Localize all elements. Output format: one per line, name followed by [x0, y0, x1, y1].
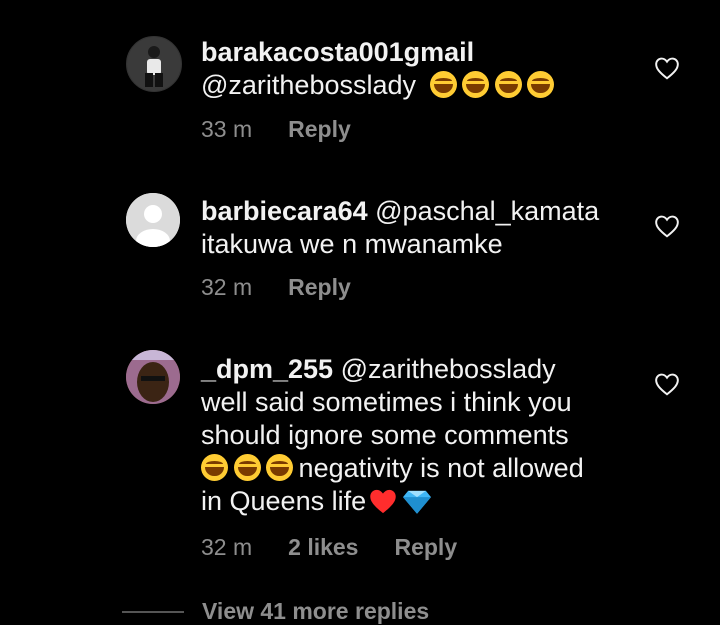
comment-text: _dpm_255 @zarithebosslady well said some…: [201, 353, 640, 518]
default-avatar-icon: [126, 193, 180, 247]
comment-body-line: in Queens life: [201, 486, 367, 516]
red-heart-emoji-icon: [370, 489, 396, 514]
comment-username[interactable]: barakacosta001gmail: [201, 37, 474, 67]
comment-meta: 33 m Reply: [201, 116, 351, 143]
comment-meta: 32 m 2 likes Reply: [201, 534, 457, 561]
comment-text: barbiecara64 @paschal_kamata itakuwa we …: [201, 195, 640, 261]
profile-photo-icon: [127, 37, 181, 91]
comment-username[interactable]: barbiecara64: [201, 196, 368, 226]
comment-time: 32 m: [201, 534, 253, 560]
emoji-group: [429, 70, 555, 100]
diamond-emoji-icon: [403, 490, 432, 514]
tears-of-joy-emoji-icon: [527, 71, 555, 98]
comment-mention[interactable]: @zarithebosslady: [201, 70, 416, 100]
comment-body-line: negativity is not allowed: [298, 453, 584, 483]
comment-username[interactable]: _dpm_255: [201, 354, 333, 384]
comment-body: itakuwa we n mwanamke: [201, 229, 503, 259]
avatar[interactable]: [126, 193, 180, 247]
like-heart-icon[interactable]: [654, 56, 680, 80]
profile-photo-icon: [126, 350, 180, 404]
reply-button[interactable]: Reply: [394, 534, 457, 561]
view-more-replies[interactable]: View 41 more replies: [122, 598, 429, 625]
tears-of-joy-emoji-icon: [429, 71, 457, 98]
avatar[interactable]: [126, 36, 182, 92]
comment-mention[interactable]: @paschal_kamata: [375, 196, 599, 226]
tears-of-joy-emoji-icon: [201, 454, 228, 481]
comment-mention[interactable]: @zarithebosslady: [341, 354, 556, 384]
tears-of-joy-emoji-icon: [233, 454, 261, 481]
divider-line: [122, 610, 184, 613]
tears-of-joy-emoji-icon: [462, 71, 490, 98]
like-heart-icon[interactable]: [654, 214, 680, 238]
reply-button[interactable]: Reply: [288, 274, 351, 301]
comment-time: 33 m: [201, 116, 253, 142]
comment-body-line: should ignore some comments: [201, 420, 569, 450]
comment-body-line: well said sometimes i think you: [201, 387, 572, 417]
emoji-group: [201, 453, 299, 483]
view-more-replies-label[interactable]: View 41 more replies: [202, 598, 429, 625]
avatar[interactable]: [126, 350, 180, 404]
reply-button[interactable]: Reply: [288, 116, 351, 143]
tears-of-joy-emoji-icon: [266, 454, 294, 481]
tears-of-joy-emoji-icon: [494, 71, 522, 98]
comment-meta: 32 m Reply: [201, 274, 351, 301]
comment-text: barakacosta001gmail @zarithebosslady: [201, 36, 640, 102]
likes-count[interactable]: 2 likes: [288, 534, 358, 561]
comment-time: 32 m: [201, 274, 253, 300]
like-heart-icon[interactable]: [654, 372, 680, 396]
